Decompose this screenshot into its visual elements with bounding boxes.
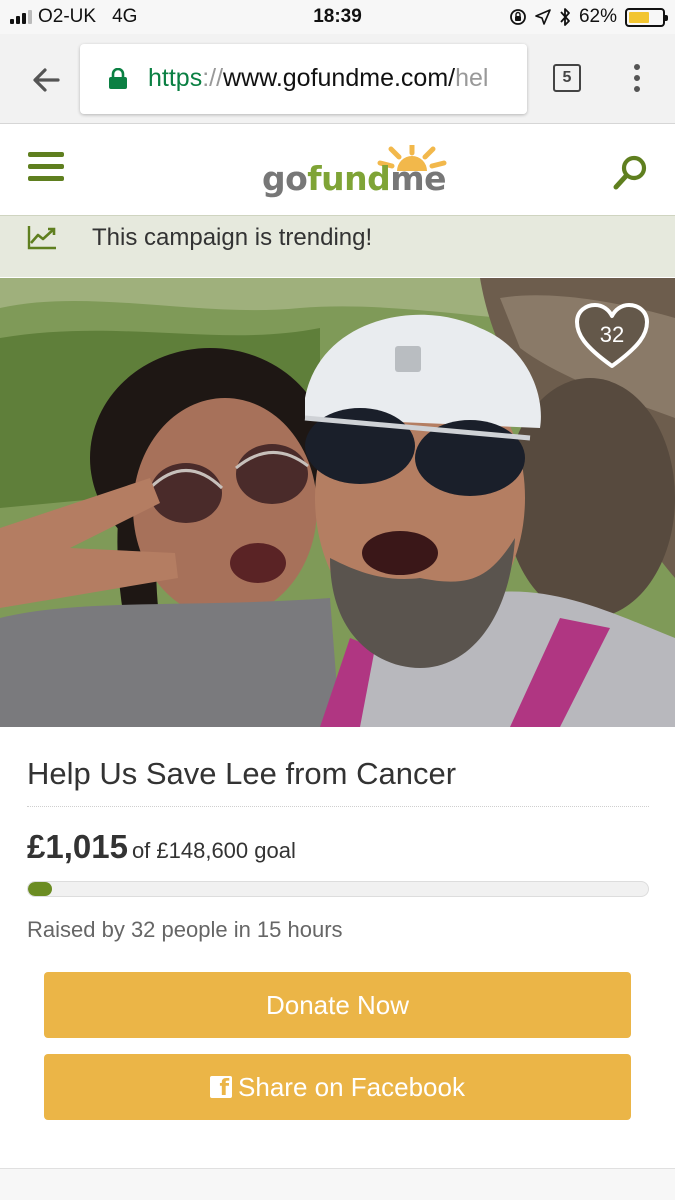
logo-go: go — [262, 159, 308, 198]
donate-button[interactable]: Donate Now — [44, 972, 631, 1038]
tabs-button[interactable]: 5 — [553, 64, 581, 92]
location-arrow-icon — [535, 9, 551, 25]
trending-chart-icon — [27, 226, 56, 250]
orientation-lock-icon — [510, 9, 526, 25]
site-header: gofundme — [0, 125, 675, 215]
facebook-icon: f — [210, 1076, 233, 1100]
campaign-photo: 32 — [0, 278, 675, 727]
raised-summary: £1,015 of £148,600 goal — [27, 828, 296, 866]
url-path: hel — [455, 64, 489, 92]
search-icon[interactable] — [612, 153, 650, 191]
logo-text: gofundme — [262, 159, 447, 198]
more-vert-icon[interactable] — [634, 64, 642, 94]
browser-toolbar: https://www.gofundme.com/hel 5 — [0, 34, 675, 124]
battery-level — [629, 11, 649, 23]
share-facebook-button[interactable]: f Share on Facebook — [44, 1054, 631, 1120]
campaign-meta: Raised by 32 people in 15 hours — [27, 917, 343, 942]
heart-button[interactable]: 32 — [574, 302, 650, 370]
divider — [27, 806, 649, 807]
raised-amount: £1,015 — [27, 828, 128, 865]
share-label: Share on Facebook — [238, 1071, 465, 1102]
url-text: https://www.gofundme.com/hel — [148, 64, 488, 93]
battery-icon — [625, 7, 668, 27]
campaign-title: Help Us Save Lee from Cancer — [27, 756, 457, 791]
logo-me: me — [390, 159, 447, 198]
hamburger-menu-icon[interactable] — [28, 152, 64, 184]
trending-text: This campaign is trending! — [92, 224, 373, 251]
goal-text: of £148,600 goal — [131, 838, 296, 863]
url-scheme: https — [148, 64, 203, 92]
trending-banner: This campaign is trending! — [0, 215, 675, 277]
gofundme-logo[interactable]: gofundme — [262, 145, 447, 203]
url-host: www.gofundme.com/ — [223, 64, 456, 92]
page-footer-edge — [0, 1168, 675, 1200]
status-bar: O2-UK 4G 18:39 62% — [0, 0, 675, 34]
progress-fill — [28, 882, 52, 896]
address-bar[interactable]: https://www.gofundme.com/hel — [80, 44, 527, 114]
battery-percent: 62% — [578, 6, 617, 27]
back-arrow-icon[interactable] — [28, 62, 64, 98]
bluetooth-icon — [560, 8, 570, 26]
url-fade — [487, 44, 527, 114]
progress-bar — [27, 881, 649, 897]
heart-count: 32 — [599, 322, 625, 347]
status-icons: 62% — [509, 6, 668, 28]
logo-fund: fund — [307, 159, 391, 198]
url-separator: :// — [202, 64, 224, 92]
lock-icon — [109, 68, 127, 89]
